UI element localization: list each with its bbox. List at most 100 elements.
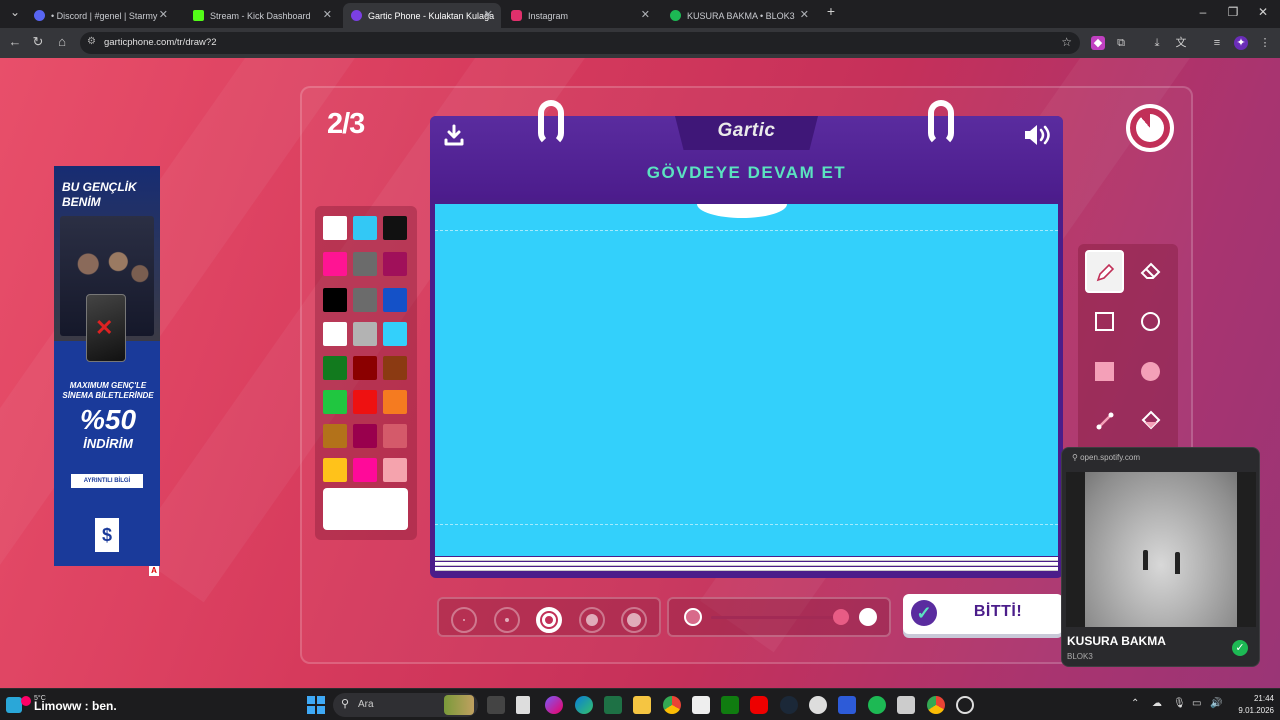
volume-icon[interactable]: 🔊 bbox=[1210, 698, 1222, 709]
tab-kick[interactable]: Stream - Kick Dashboard ✕ bbox=[185, 3, 340, 28]
color-swatch[interactable] bbox=[353, 322, 377, 346]
system-clock[interactable]: 21:44 9.01.2026 bbox=[1226, 693, 1274, 717]
excel-icon[interactable] bbox=[604, 696, 622, 714]
color-swatch[interactable] bbox=[353, 458, 377, 482]
color-swatch[interactable] bbox=[353, 216, 377, 240]
sound-icon[interactable] bbox=[1020, 123, 1056, 153]
microphone-icon[interactable]: 🎙 bbox=[1173, 698, 1186, 709]
steam-icon[interactable] bbox=[780, 696, 798, 714]
close-tab-icon[interactable]: ✕ bbox=[323, 8, 332, 21]
rectangle-outline-tool-button[interactable] bbox=[1085, 300, 1124, 343]
close-tab-icon[interactable]: ✕ bbox=[641, 8, 650, 21]
extensions-puzzle-icon[interactable]: ⧉ bbox=[1114, 36, 1128, 50]
taskbar-search[interactable]: ⚲ Ara bbox=[333, 693, 478, 717]
app-icon[interactable] bbox=[838, 696, 856, 714]
color-swatch[interactable] bbox=[383, 288, 407, 312]
color-swatch[interactable] bbox=[323, 356, 347, 380]
color-swatch[interactable] bbox=[353, 424, 377, 448]
ad-cta-button[interactable]: AYRINTILI BİLGİ bbox=[71, 474, 143, 488]
done-button[interactable]: ✓ BİTTİ! bbox=[903, 594, 1063, 634]
color-swatch[interactable] bbox=[383, 322, 407, 346]
color-swatch[interactable] bbox=[323, 458, 347, 482]
minimize-icon[interactable]: – bbox=[1190, 5, 1216, 19]
edge-icon[interactable] bbox=[575, 696, 593, 714]
color-swatch[interactable] bbox=[323, 216, 347, 240]
color-swatch[interactable] bbox=[323, 252, 347, 276]
color-swatch[interactable] bbox=[383, 458, 407, 482]
store-icon[interactable] bbox=[897, 696, 915, 714]
color-swatch[interactable] bbox=[353, 390, 377, 414]
tab-gartic[interactable]: Gartic Phone - Kulaktan Kulağa ✕ bbox=[343, 3, 501, 28]
opacity-handle[interactable] bbox=[833, 609, 849, 625]
close-tab-icon[interactable]: ✕ bbox=[159, 8, 168, 21]
pen-tool-button[interactable] bbox=[1085, 250, 1124, 293]
selected-color-preview[interactable] bbox=[323, 488, 408, 530]
color-swatch[interactable] bbox=[323, 424, 347, 448]
youtube-icon[interactable] bbox=[750, 696, 768, 714]
opacity-slider[interactable] bbox=[667, 597, 891, 637]
chrome-active-icon[interactable] bbox=[927, 696, 945, 714]
brush-size-1[interactable] bbox=[451, 607, 477, 633]
address-bar[interactable]: ⚙ garticphone.com/tr/draw?2 ☆ bbox=[80, 32, 1080, 54]
color-swatch[interactable] bbox=[383, 216, 407, 240]
color-swatch[interactable] bbox=[383, 424, 407, 448]
new-tab-icon[interactable]: + bbox=[818, 3, 844, 19]
app-icon[interactable] bbox=[956, 696, 974, 714]
app-icon[interactable] bbox=[809, 696, 827, 714]
translate-icon[interactable]: 文 bbox=[1174, 36, 1188, 50]
tray-overflow-icon[interactable]: ⌃ bbox=[1131, 698, 1139, 709]
app-icon[interactable] bbox=[692, 696, 710, 714]
windows-start-icon[interactable] bbox=[307, 696, 325, 714]
reload-icon[interactable]: ↻ bbox=[28, 34, 48, 50]
bookmark-star-icon[interactable]: ☆ bbox=[1061, 35, 1072, 49]
file-explorer-icon[interactable] bbox=[633, 696, 651, 714]
color-swatch[interactable] bbox=[383, 356, 407, 380]
download-drawing-icon[interactable] bbox=[439, 123, 469, 153]
tab-instagram[interactable]: Instagram ✕ bbox=[503, 3, 658, 28]
back-icon[interactable]: ← bbox=[5, 34, 25, 49]
color-swatch[interactable] bbox=[383, 252, 407, 276]
close-tab-icon[interactable]: ✕ bbox=[484, 8, 493, 21]
tab-spotify[interactable]: KUSURA BAKMA • BLOK3 ✕ bbox=[662, 3, 817, 28]
copilot-icon[interactable] bbox=[545, 696, 563, 714]
circle-filled-tool-button[interactable] bbox=[1131, 350, 1170, 393]
eraser-tool-button[interactable] bbox=[1131, 250, 1170, 293]
color-swatch[interactable] bbox=[353, 288, 377, 312]
spotify-icon[interactable] bbox=[868, 696, 886, 714]
fill-tool-button[interactable] bbox=[1131, 400, 1170, 443]
more-menu-icon[interactable]: ⋮ bbox=[1258, 36, 1272, 50]
site-info-icon[interactable]: ⚙ bbox=[87, 36, 96, 47]
brush-size-5[interactable] bbox=[621, 607, 647, 633]
brush-size-3[interactable] bbox=[536, 607, 562, 633]
color-swatch[interactable] bbox=[383, 390, 407, 414]
profile-avatar[interactable]: ✦ bbox=[1234, 36, 1248, 50]
opacity-track[interactable] bbox=[711, 616, 841, 619]
ad-choices-badge[interactable]: A bbox=[149, 566, 159, 576]
maximize-icon[interactable]: ❐ bbox=[1220, 5, 1246, 19]
tab-discord[interactable]: • Discord | #genel | Starmy ✕ bbox=[26, 3, 176, 28]
color-swatch[interactable] bbox=[323, 322, 347, 346]
extension-icon[interactable]: ◆ bbox=[1091, 36, 1105, 50]
color-swatch[interactable] bbox=[353, 252, 377, 276]
close-window-icon[interactable]: ✕ bbox=[1250, 5, 1276, 19]
file-icon[interactable] bbox=[516, 696, 530, 714]
network-icon[interactable]: ▭ bbox=[1192, 698, 1201, 709]
saved-check-icon[interactable]: ✓ bbox=[1232, 640, 1248, 656]
brush-size-2[interactable] bbox=[494, 607, 520, 633]
onedrive-icon[interactable]: ☁ bbox=[1152, 698, 1162, 709]
tab-menu-icon[interactable]: ≡ bbox=[1210, 36, 1224, 50]
circle-outline-tool-button[interactable] bbox=[1131, 300, 1170, 343]
brush-size-4[interactable] bbox=[579, 607, 605, 633]
line-tool-button[interactable] bbox=[1085, 400, 1124, 443]
download-icon[interactable]: ⤓ bbox=[1150, 36, 1164, 50]
color-swatch[interactable] bbox=[323, 390, 347, 414]
chrome-icon[interactable] bbox=[663, 696, 681, 714]
rectangle-filled-tool-button[interactable] bbox=[1085, 350, 1124, 393]
color-swatch[interactable] bbox=[353, 356, 377, 380]
media-popup[interactable]: ⚲ open.spotify.com KUSURA BAKMA BLOK3 ✓ bbox=[1061, 447, 1260, 667]
xbox-icon[interactable] bbox=[721, 696, 739, 714]
close-tab-icon[interactable]: ✕ bbox=[800, 8, 809, 21]
advertisement-banner[interactable]: BU GENÇLİK BENİM ✕ MAXIMUM GENÇ'LE SİNEM… bbox=[54, 166, 160, 566]
color-swatch[interactable] bbox=[323, 288, 347, 312]
task-view-icon[interactable] bbox=[487, 696, 505, 714]
